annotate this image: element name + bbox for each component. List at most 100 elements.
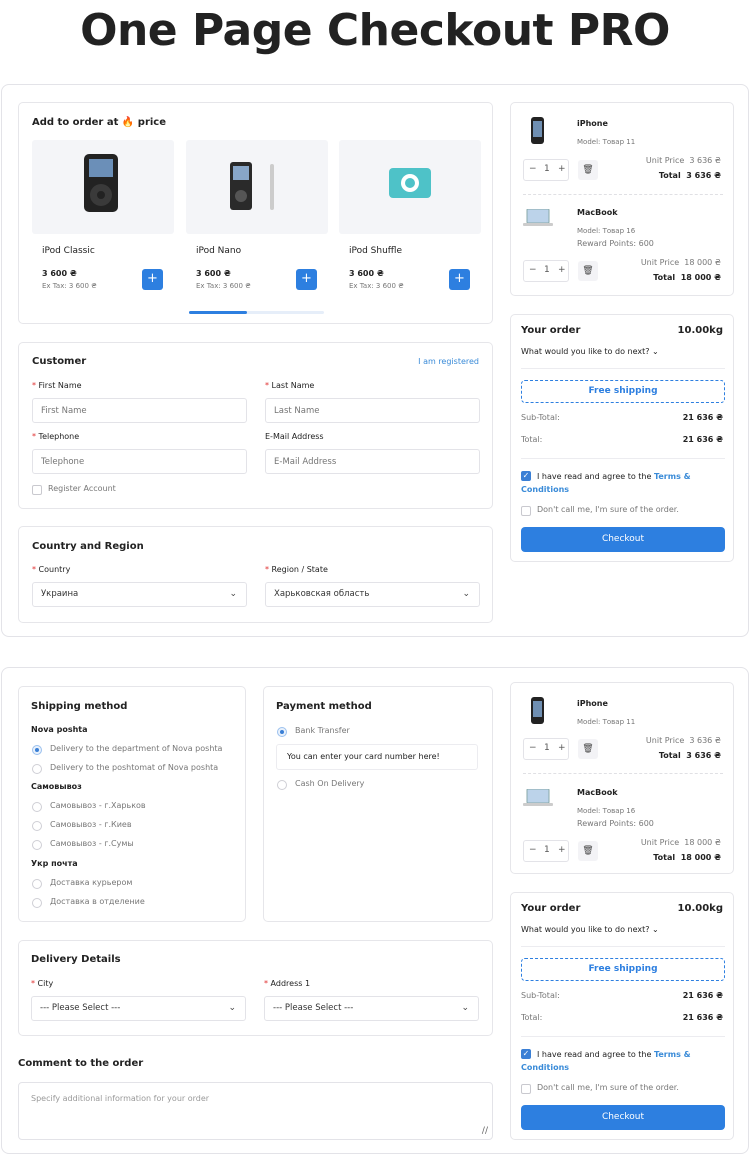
- checkout-button[interactable]: Checkout: [521, 527, 725, 552]
- country-select-value: Украина: [41, 589, 79, 599]
- qty-minus[interactable]: −: [529, 265, 537, 275]
- shipping-option-label[interactable]: Delivery to the poshtomat of Nova poshta: [50, 763, 218, 772]
- dont-call-checkbox[interactable]: [521, 506, 531, 516]
- product-name[interactable]: iPod Shuffle: [349, 246, 402, 256]
- trash-icon[interactable]: 🗑: [578, 261, 598, 281]
- qty-plus[interactable]: +: [558, 743, 566, 753]
- line-total-label: Total: [653, 273, 676, 282]
- country-region-title: Country and Region: [32, 541, 144, 552]
- subtotal-value: 21 636 ₴: [682, 413, 723, 422]
- qty-value[interactable]: 1: [544, 845, 550, 855]
- cart-item-name[interactable]: iPhone: [577, 699, 608, 708]
- quantity-stepper[interactable]: −1 +: [523, 840, 569, 862]
- shipping-radio[interactable]: [32, 764, 42, 774]
- product-price: 3 600 ₴: [196, 269, 231, 278]
- product-name[interactable]: iPod Classic: [42, 246, 95, 256]
- register-account-checkbox[interactable]: [32, 485, 42, 495]
- quantity-stepper[interactable]: −1 +: [523, 260, 569, 282]
- shipping-radio[interactable]: [32, 821, 42, 831]
- dont-call-label[interactable]: Don't call me, I'm sure of the order.: [537, 1083, 679, 1092]
- reward-points: Reward Points: 600: [577, 239, 654, 248]
- dont-call-checkbox[interactable]: [521, 1084, 531, 1094]
- country-select[interactable]: Украина ⌄: [32, 582, 247, 607]
- country-label: * Country: [32, 565, 70, 574]
- shipping-method-panel: Shipping method Nova poshta Delivery to …: [18, 686, 246, 922]
- add-to-cart-button[interactable]: +: [142, 269, 163, 290]
- shipping-option-label[interactable]: Доставка курьером: [50, 878, 132, 887]
- dont-call-label[interactable]: Don't call me, I'm sure of the order.: [537, 505, 679, 514]
- address-select[interactable]: --- Please Select --- ⌄: [264, 996, 479, 1021]
- resize-handle-icon[interactable]: ∕∕: [482, 1126, 488, 1136]
- macbook-thumbnail[interactable]: [523, 209, 553, 229]
- qty-minus[interactable]: −: [529, 743, 537, 753]
- free-shipping-badge: Free shipping: [521, 380, 725, 403]
- delivery-details-title: Delivery Details: [31, 954, 121, 965]
- checkout-button[interactable]: Checkout: [521, 1105, 725, 1130]
- trash-icon[interactable]: 🗑: [578, 739, 598, 759]
- iphone-thumbnail[interactable]: [529, 117, 547, 145]
- quantity-stepper[interactable]: −1 +: [523, 738, 569, 760]
- next-action-toggle[interactable]: What would you like to do next? ⌄: [521, 925, 659, 934]
- region-select[interactable]: Харьковская область ⌄: [265, 582, 480, 607]
- quantity-stepper[interactable]: −1 +: [523, 159, 569, 181]
- qty-value[interactable]: 1: [544, 743, 550, 753]
- qty-plus[interactable]: +: [558, 845, 566, 855]
- divider: [523, 194, 723, 195]
- next-action-toggle[interactable]: What would you like to do next? ⌄: [521, 347, 659, 356]
- product-name[interactable]: iPod Nano: [196, 246, 241, 256]
- total-value: 21 636 ₴: [682, 1013, 723, 1022]
- carousel-scrollbar[interactable]: [189, 311, 324, 314]
- country-label-text: Country: [38, 565, 71, 574]
- register-account-label[interactable]: Register Account: [48, 484, 116, 493]
- shipping-radio[interactable]: [32, 745, 42, 755]
- qty-value[interactable]: 1: [544, 265, 550, 275]
- line-total: Total 18 000 ₴: [653, 273, 721, 282]
- first-name-input[interactable]: [32, 398, 247, 423]
- shipping-radio[interactable]: [32, 879, 42, 889]
- add-to-cart-button[interactable]: +: [449, 269, 470, 290]
- product-image[interactable]: [186, 140, 328, 234]
- address-select-value: --- Please Select ---: [273, 1003, 354, 1013]
- shipping-radio[interactable]: [32, 840, 42, 850]
- product-image[interactable]: [339, 140, 481, 234]
- qty-plus[interactable]: +: [558, 265, 566, 275]
- product-image[interactable]: [32, 140, 174, 234]
- shipping-radio[interactable]: [32, 802, 42, 812]
- trash-icon[interactable]: 🗑: [578, 841, 598, 861]
- qty-value[interactable]: 1: [544, 164, 550, 174]
- carousel-thumb[interactable]: [189, 311, 248, 314]
- macbook-thumbnail[interactable]: [523, 789, 553, 809]
- chevron-down-icon: ⌄: [228, 1003, 236, 1013]
- city-select[interactable]: --- Please Select --- ⌄: [31, 996, 246, 1021]
- shipping-option-label[interactable]: Самовывоз - г.Сумы: [50, 839, 134, 848]
- ipod-shuffle-image: [389, 168, 431, 198]
- divider: [521, 946, 725, 947]
- comment-textarea[interactable]: Specify additional information for your …: [18, 1082, 493, 1140]
- cart-item-name[interactable]: MacBook: [577, 788, 618, 797]
- email-input[interactable]: [265, 449, 480, 474]
- shipping-option-label[interactable]: Delivery to the department of Nova posht…: [50, 744, 222, 753]
- add-to-cart-button[interactable]: +: [296, 269, 317, 290]
- payment-radio[interactable]: [277, 780, 287, 790]
- iphone-thumbnail[interactable]: [529, 697, 547, 725]
- qty-minus[interactable]: −: [529, 845, 537, 855]
- cart-item-name[interactable]: MacBook: [577, 208, 618, 217]
- payment-radio[interactable]: [277, 727, 287, 737]
- bank-transfer-note: You can enter your card number here!: [276, 744, 478, 770]
- registered-link[interactable]: I am registered: [418, 357, 479, 366]
- shipping-option-label[interactable]: Самовывоз - г.Харьков: [50, 801, 146, 810]
- required-mark: *: [32, 565, 36, 574]
- qty-plus[interactable]: +: [558, 164, 566, 174]
- payment-method-title: Payment method: [276, 701, 372, 712]
- cart-item-name[interactable]: iPhone: [577, 119, 608, 128]
- payment-option-label[interactable]: Bank Transfer: [295, 726, 350, 735]
- last-name-input[interactable]: [265, 398, 480, 423]
- payment-option-label[interactable]: Cash On Delivery: [295, 779, 364, 788]
- product-extax: Ex Tax: 3 600 ₴: [349, 282, 404, 290]
- shipping-option-label[interactable]: Самовывоз - г.Киев: [50, 820, 132, 829]
- trash-icon[interactable]: 🗑: [578, 160, 598, 180]
- qty-minus[interactable]: −: [529, 164, 537, 174]
- telephone-input[interactable]: [32, 449, 247, 474]
- shipping-option-label[interactable]: Доставка в отделение: [50, 897, 145, 906]
- shipping-radio[interactable]: [32, 898, 42, 908]
